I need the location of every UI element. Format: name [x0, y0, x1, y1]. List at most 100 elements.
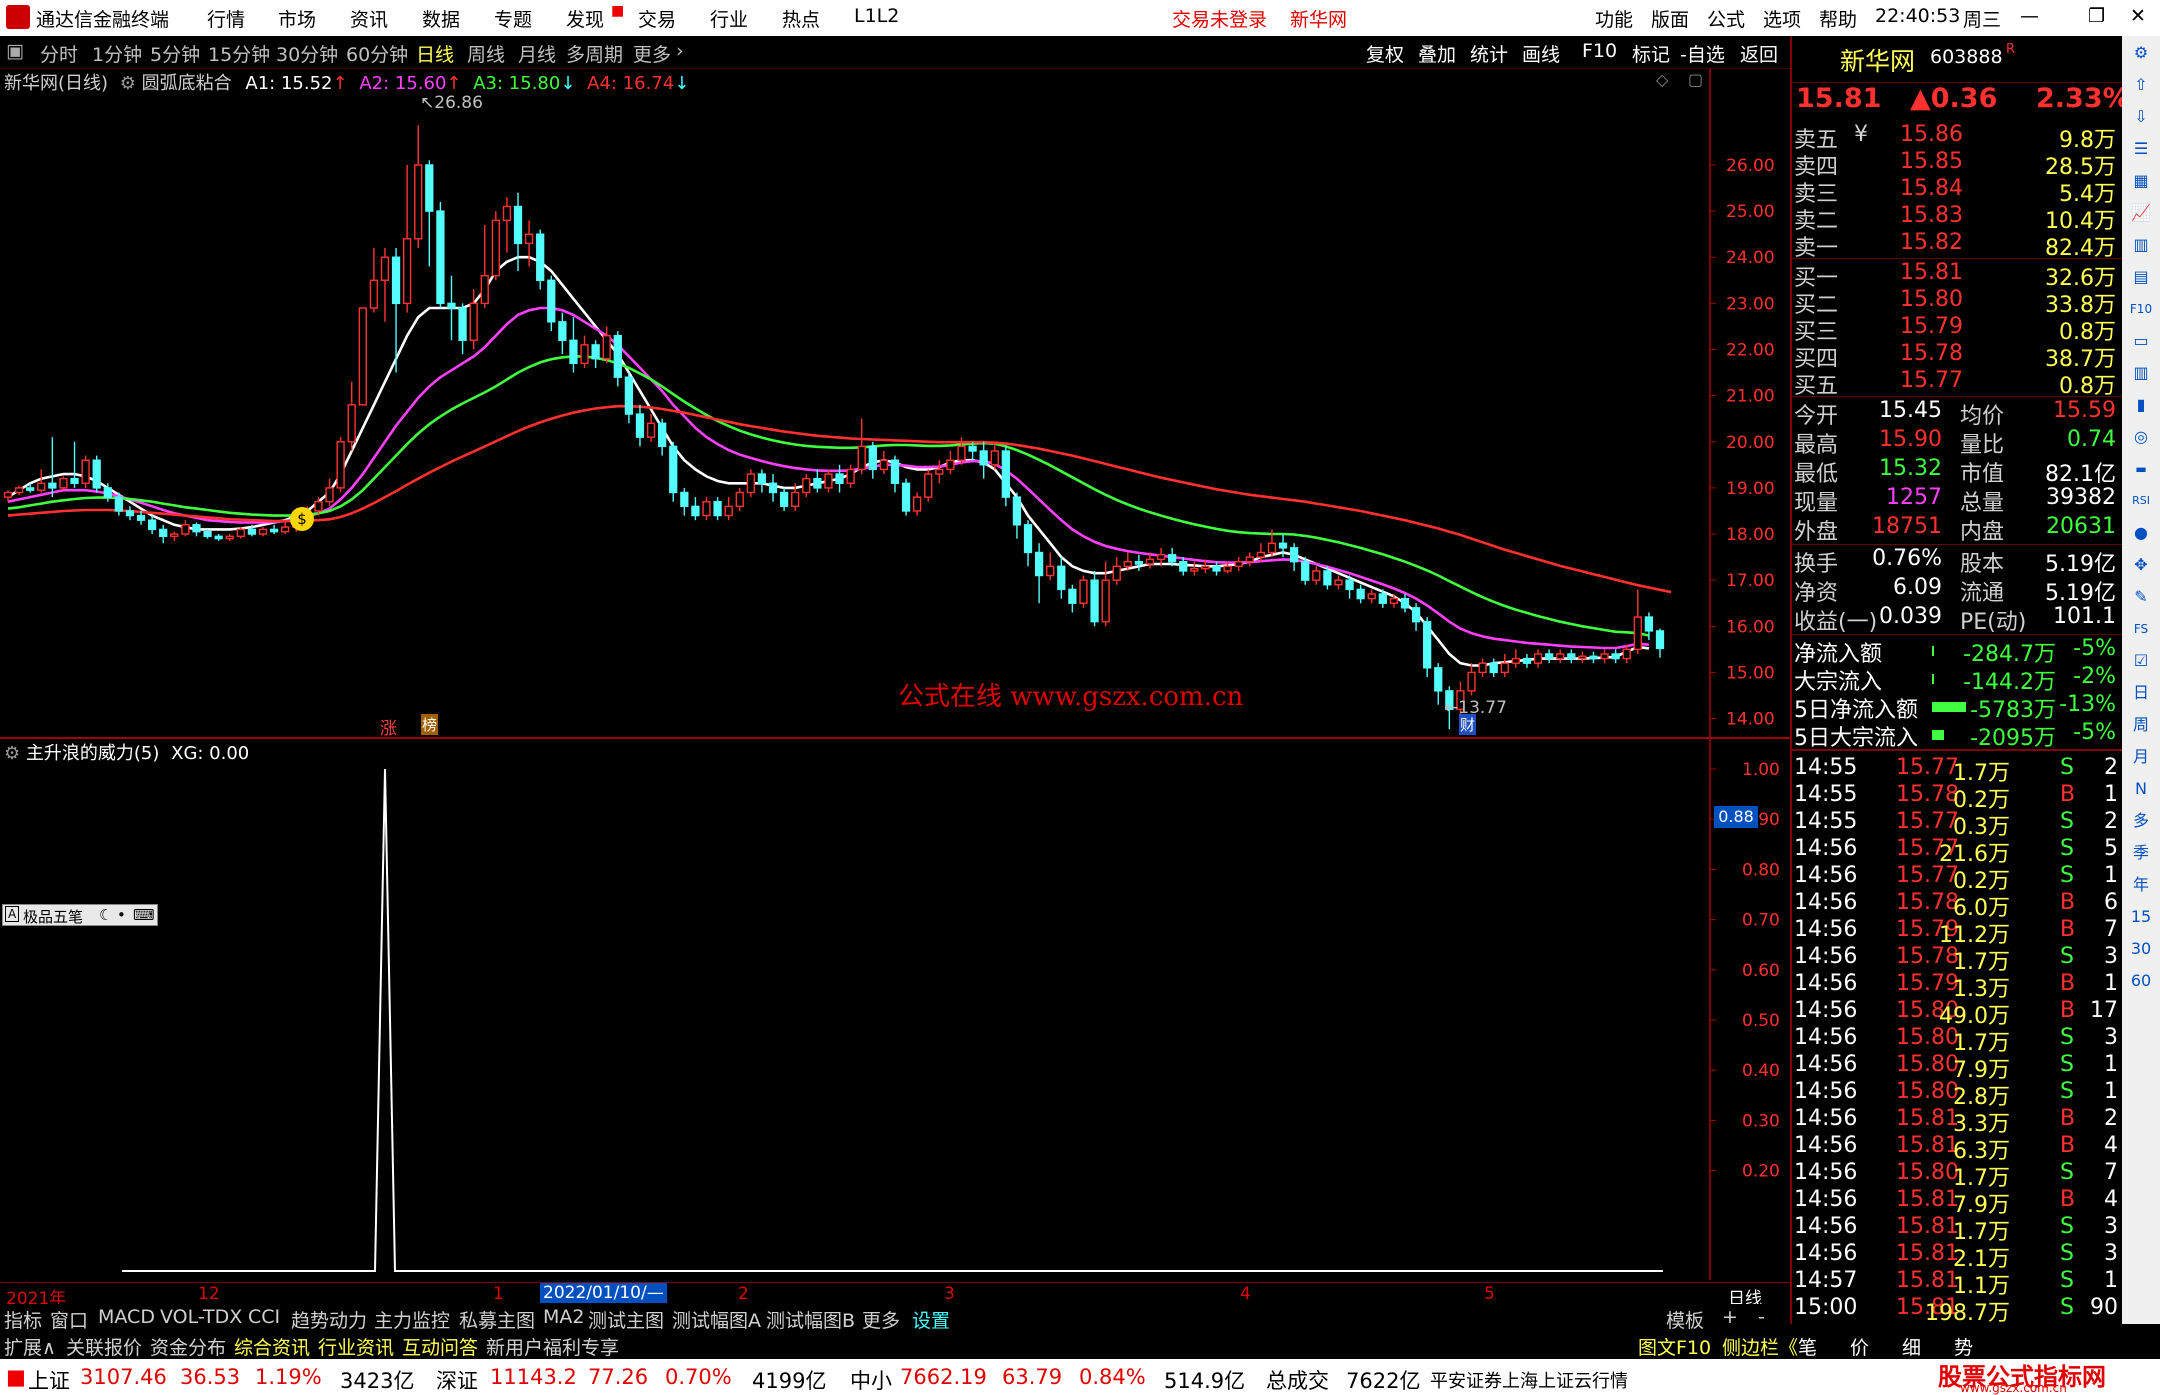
table-icon[interactable]: ▤	[2126, 262, 2156, 292]
candle-body[interactable]	[580, 344, 589, 365]
candle-body[interactable]	[702, 501, 711, 517]
candle-body[interactable]	[680, 491, 689, 508]
f10-icon[interactable]: F10	[2126, 294, 2156, 324]
period-5[interactable]: 30分钟	[276, 40, 338, 67]
candle-body[interactable]	[236, 528, 245, 538]
candle-body[interactable]	[1567, 653, 1576, 660]
candle-body[interactable]	[1556, 653, 1565, 660]
zx-label[interactable]: 中小	[850, 1365, 892, 1395]
tab-minus[interactable]: -	[1758, 1306, 1765, 1328]
candle-body[interactable]	[1079, 579, 1088, 604]
bar-icon[interactable]: ▮	[2126, 390, 2156, 420]
candle-body[interactable]	[1057, 565, 1066, 591]
tab-12[interactable]: 测试幅图B	[766, 1306, 855, 1333]
period-7-active[interactable]: 日线	[416, 40, 454, 67]
tab-bi[interactable]: 笔	[1798, 1333, 1817, 1360]
candle-body[interactable]	[1345, 579, 1354, 591]
candle-body[interactable]	[1522, 657, 1532, 664]
action-2[interactable]: 叠加	[1418, 40, 1456, 67]
candle-body[interactable]	[3, 491, 13, 498]
period-side[interactable]: 30	[2126, 934, 2156, 964]
candle-body[interactable]	[591, 344, 600, 360]
tick-row[interactable]: 14:55 15.78 0.2万 B 1	[1792, 782, 2122, 813]
action-8[interactable]: 返回	[1740, 40, 1778, 67]
candle-body[interactable]	[1134, 561, 1144, 565]
rsi-icon[interactable]: RSI	[2126, 486, 2156, 516]
candle-body[interactable]	[691, 505, 700, 517]
candle-body[interactable]	[724, 505, 733, 517]
bid-row[interactable]: 买三 15.79 0.8万	[1792, 314, 2122, 345]
menu-item[interactable]: 行情	[207, 5, 245, 32]
candle-body[interactable]	[768, 482, 778, 494]
candle-body[interactable]	[1356, 588, 1365, 600]
tab-2[interactable]: 窗口	[50, 1306, 88, 1333]
candle-body[interactable]	[114, 496, 124, 512]
list-icon[interactable]: ☰	[2126, 134, 2156, 164]
candle-body[interactable]	[746, 473, 755, 494]
candle-body[interactable]	[1001, 450, 1010, 498]
candle-body[interactable]	[1589, 655, 1598, 660]
qa[interactable]: 互动问答	[402, 1333, 478, 1360]
candle-body[interactable]	[1655, 630, 1665, 650]
candle-body[interactable]	[491, 219, 500, 277]
candle-body[interactable]	[791, 491, 800, 508]
period-side[interactable]: 月	[2126, 742, 2156, 772]
candle-body[interactable]	[14, 487, 24, 494]
tick-row[interactable]: 14:56 15.77 21.6万 S 5	[1792, 836, 2122, 867]
candle-body[interactable]	[1611, 653, 1620, 660]
tick-row[interactable]: 14:56 15.80 7.9万 S 1	[1792, 1052, 2122, 1083]
candle-body[interactable]	[1245, 556, 1254, 563]
period-2[interactable]: 1分钟	[92, 40, 142, 67]
menu-item[interactable]: L1L2	[854, 5, 899, 27]
candle-body[interactable]	[1112, 565, 1121, 581]
candle-body[interactable]	[147, 519, 157, 531]
candle-body[interactable]	[890, 459, 900, 484]
candle-body[interactable]	[757, 473, 767, 484]
tick-row[interactable]: 14:56 15.79 1.3万 B 1	[1792, 971, 2122, 1002]
ask-row[interactable]: 卖三 15.84 5.4万	[1792, 176, 2122, 207]
menu-item[interactable]: 数据	[422, 5, 460, 32]
candle-body[interactable]	[247, 528, 257, 535]
period-1[interactable]: 分时	[40, 40, 78, 67]
ime-toolbar[interactable]: A 极品五笔 ☾ • ⌨	[2, 904, 158, 926]
candle-body[interactable]	[558, 321, 567, 341]
candle-body[interactable]	[1023, 524, 1033, 554]
candle-body[interactable]	[1378, 593, 1387, 604]
tab-9[interactable]: MA2	[543, 1306, 584, 1328]
tick-row[interactable]: 14:56 15.80 1.7万 S 7	[1792, 1160, 2122, 1191]
candle-body[interactable]	[924, 473, 933, 498]
candle-body[interactable]	[347, 404, 356, 443]
candle-body[interactable]	[26, 487, 35, 491]
bid-row[interactable]: 买一 15.81 32.6万	[1792, 260, 2122, 291]
candle-body[interactable]	[879, 459, 889, 471]
candle-body[interactable]	[1156, 554, 1166, 561]
candle-body[interactable]	[1323, 570, 1332, 586]
marker-cai[interactable]: 财	[1459, 714, 1477, 735]
candle-body[interactable]	[669, 445, 678, 494]
candle-body[interactable]	[1223, 565, 1232, 572]
candle-body[interactable]	[258, 528, 268, 535]
candle-body[interactable]	[1622, 648, 1631, 660]
candle-body[interactable]	[1334, 579, 1343, 586]
chart-svg[interactable]: 26.00 25.00 24.00 23.00 22.00 21.00 20.00 19.00…	[0, 69, 1790, 1280]
tick-row[interactable]: 14:56 15.81 2.1万 S 3	[1792, 1241, 2122, 1272]
period-8[interactable]: 周线	[467, 40, 505, 67]
tick-row[interactable]: 14:55 15.77 0.3万 S 2	[1792, 809, 2122, 840]
candle-body[interactable]	[1600, 653, 1609, 660]
tab-10[interactable]: 测试主图	[588, 1306, 664, 1333]
tab-plus[interactable]: +	[1722, 1306, 1738, 1328]
candle-body[interactable]	[1168, 554, 1177, 563]
candle-body[interactable]	[1012, 496, 1022, 526]
candle-body[interactable]	[447, 302, 456, 309]
target-icon[interactable]: ◎	[2126, 422, 2156, 452]
candle-body[interactable]	[990, 450, 999, 466]
candle-body[interactable]	[358, 307, 367, 406]
tab-jia[interactable]: 价	[1850, 1333, 1869, 1360]
period-9[interactable]: 月线	[518, 40, 556, 67]
candle-body[interactable]	[935, 468, 944, 475]
tab-template[interactable]: 模板	[1666, 1306, 1704, 1333]
candle-body[interactable]	[1123, 561, 1132, 568]
fs-icon[interactable]: FS	[2126, 614, 2156, 644]
tick-row[interactable]: 15:00 15.81 198.7万 S 90	[1792, 1295, 2122, 1326]
up-arrow-icon[interactable]: ⇧	[2126, 70, 2156, 100]
